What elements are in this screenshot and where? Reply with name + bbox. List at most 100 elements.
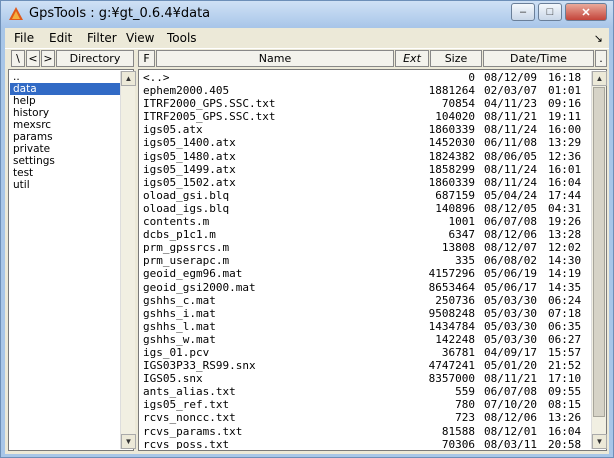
file-size: 8357000 xyxy=(428,372,475,386)
file-row[interactable]: IGS03P33_RS99.snx 4747241 05/01/20 21:52 xyxy=(140,359,591,372)
scroll-down-icon[interactable]: ▼ xyxy=(592,434,607,449)
file-row[interactable]: igs05_ref.txt 780 07/10/20 08:15 xyxy=(140,398,591,411)
file-date: 02/03/07 xyxy=(484,84,537,98)
size-column-header[interactable]: Size xyxy=(430,50,482,67)
column-options-button[interactable]: . xyxy=(595,50,607,67)
file-row[interactable]: contents.m 1001 06/07/08 19:26 xyxy=(140,215,591,228)
file-date: 06/08/02 xyxy=(484,254,537,268)
file-time: 01:01 xyxy=(548,84,582,98)
minimize-button[interactable]: – xyxy=(511,3,535,21)
menu-bar: File Edit Filter View Tools ↘ xyxy=(5,28,609,49)
file-date: 08/12/05 xyxy=(484,201,537,215)
title-bar[interactable]: GpsTools : g:¥gt_0.6.4¥data – □ ✕ xyxy=(1,1,613,27)
menu-edit[interactable]: Edit xyxy=(49,31,72,45)
file-date: 08/11/24 xyxy=(484,123,537,137)
name-column-header[interactable]: Name xyxy=(156,50,394,67)
file-name: igs05_1499.atx xyxy=(143,162,236,176)
client-area: File Edit Filter View Tools ↘ \ < > Dire… xyxy=(5,28,609,454)
scroll-down-icon[interactable]: ▼ xyxy=(121,434,136,449)
directory-item[interactable]: mexsrc xyxy=(10,119,120,131)
file-row[interactable]: rcvs_poss.txt 70306 08/03/11 20:58 xyxy=(140,438,591,449)
directory-pane: .. data help history mexsrc params private sett… xyxy=(8,69,136,451)
file-date: 08/12/01 xyxy=(484,424,537,438)
file-name: ants_alias.txt xyxy=(143,385,236,399)
file-date: 05/04/24 xyxy=(484,188,537,202)
file-row[interactable]: igs05_1499.atx 1858299 08/11/24 16:01 xyxy=(140,163,591,176)
datetime-column-header[interactable]: Date/Time xyxy=(483,50,594,67)
file-row[interactable]: <..> 0 08/12/09 16:18 xyxy=(140,71,591,84)
file-row[interactable]: ITRF2005_GPS.SSC.txt 104020 08/11/21 19:11 xyxy=(140,110,591,123)
file-row[interactable]: gshhs_c.mat 250736 05/03/30 06:24 xyxy=(140,294,591,307)
directory-header[interactable]: Directory xyxy=(56,50,134,67)
window-title: GpsTools : g:¥gt_0.6.4¥data xyxy=(29,6,211,21)
file-row[interactable]: igs05_1502.atx 1860339 08/11/24 16:04 xyxy=(140,176,591,189)
file-time: 16:18 xyxy=(548,71,582,84)
file-name: gshhs_w.mat xyxy=(143,332,216,346)
scroll-up-icon[interactable]: ▲ xyxy=(592,71,607,86)
file-row[interactable]: ants_alias.txt 559 06/07/08 09:55 xyxy=(140,385,591,398)
directory-scrollbar[interactable]: ▲ ▼ xyxy=(120,71,136,449)
directory-item[interactable]: settings xyxy=(10,155,120,167)
file-row[interactable]: prm_gpssrcs.m 13808 08/12/07 12:02 xyxy=(140,241,591,254)
close-button[interactable]: ✕ xyxy=(565,3,607,21)
menu-view[interactable]: View xyxy=(126,31,154,45)
file-row[interactable]: oload_gsi.blq 687159 05/04/24 17:44 xyxy=(140,189,591,202)
file-time: 07:18 xyxy=(548,306,582,320)
back-button[interactable]: < xyxy=(26,50,40,67)
maximize-button[interactable]: □ xyxy=(538,3,562,21)
file-date: 04/09/17 xyxy=(484,345,537,359)
file-date: 08/11/21 xyxy=(484,372,537,386)
file-name: ITRF2000_GPS.SSC.txt xyxy=(143,97,276,111)
file-size: 4747241 xyxy=(428,359,475,373)
file-date: 08/03/11 xyxy=(484,437,537,449)
menu-tools[interactable]: Tools xyxy=(167,31,197,45)
file-row[interactable]: gshhs_w.mat 142248 05/03/30 06:27 xyxy=(140,333,591,346)
file-row[interactable]: geoid_gsi2000.mat 8653464 05/06/17 14:35 xyxy=(140,281,591,294)
file-row[interactable]: geoid_egm96.mat 4157296 05/06/19 14:19 xyxy=(140,267,591,280)
file-name: igs05_1480.atx xyxy=(143,149,236,163)
file-row[interactable]: igs05.atx 1860339 08/11/24 16:00 xyxy=(140,123,591,136)
file-time: 13:29 xyxy=(548,136,582,150)
file-name: prm_gpssrcs.m xyxy=(143,241,230,255)
menu-file[interactable]: File xyxy=(14,31,34,45)
file-time: 14:30 xyxy=(548,254,582,268)
file-time: 12:02 xyxy=(548,241,582,255)
directory-item[interactable]: help xyxy=(10,95,120,107)
file-row[interactable]: gshhs_i.mat 9508248 05/03/30 07:18 xyxy=(140,307,591,320)
file-size: 1881264 xyxy=(428,84,475,98)
file-row[interactable]: prm_userapc.m 335 06/08/02 14:30 xyxy=(140,254,591,267)
file-row[interactable]: gshhs_l.mat 1434784 05/03/30 06:35 xyxy=(140,320,591,333)
file-row[interactable]: ephem2000.405 1881264 02/03/07 01:01 xyxy=(140,84,591,97)
file-row[interactable]: IGS05.snx 8357000 08/11/21 17:10 xyxy=(140,372,591,385)
root-dir-button[interactable]: \ xyxy=(11,50,25,67)
file-date: 08/11/21 xyxy=(484,110,537,124)
file-row[interactable]: igs05_1400.atx 1452030 06/11/08 13:29 xyxy=(140,136,591,149)
filter-toggle-button[interactable]: F xyxy=(138,50,155,67)
file-time: 06:27 xyxy=(548,332,582,346)
ext-column-header[interactable]: Ext xyxy=(395,50,429,67)
file-size: 70306 xyxy=(441,437,475,449)
file-row[interactable]: ITRF2000_GPS.SSC.txt 70854 04/11/23 09:16 xyxy=(140,97,591,110)
directory-item[interactable]: private xyxy=(10,143,120,155)
scroll-up-icon[interactable]: ▲ xyxy=(121,71,136,86)
scroll-thumb[interactable] xyxy=(593,87,605,417)
directory-item[interactable]: .. xyxy=(10,71,120,83)
directory-item[interactable]: util xyxy=(10,179,120,191)
forward-button[interactable]: > xyxy=(41,50,55,67)
file-scrollbar[interactable]: ▲ ▼ xyxy=(591,71,607,449)
directory-item[interactable]: history xyxy=(10,107,120,119)
file-time: 16:00 xyxy=(548,123,582,137)
file-row[interactable]: igs05_1480.atx 1824382 08/06/05 12:36 xyxy=(140,150,591,163)
file-row[interactable]: oload_igs.blq 140896 08/12/05 04:31 xyxy=(140,202,591,215)
file-row[interactable]: igs_01.pcv 36781 04/09/17 15:57 xyxy=(140,346,591,359)
directory-item[interactable]: data xyxy=(10,83,120,95)
file-row[interactable]: rcvs_params.txt 81588 08/12/01 16:04 xyxy=(140,425,591,438)
directory-item[interactable]: test xyxy=(10,167,120,179)
directory-item[interactable]: params xyxy=(10,131,120,143)
file-date: 08/11/24 xyxy=(484,162,537,176)
menu-filter[interactable]: Filter xyxy=(87,31,117,45)
file-name: gshhs_c.mat xyxy=(143,293,216,307)
file-name: <..> xyxy=(143,71,170,84)
file-row[interactable]: rcvs_noncc.txt 723 08/12/06 13:26 xyxy=(140,411,591,424)
file-row[interactable]: dcbs_p1c1.m 6347 08/12/06 13:28 xyxy=(140,228,591,241)
